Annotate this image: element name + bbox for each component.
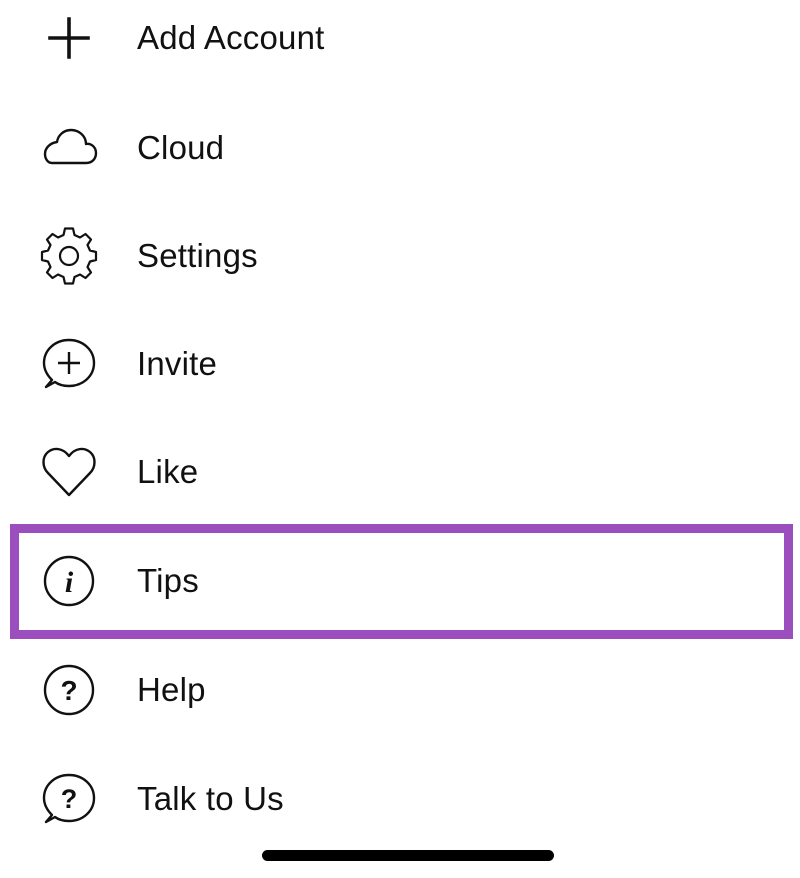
menu-item-add-account[interactable]: Add Account [0,0,800,92]
menu-item-talk-to-us[interactable]: ? Talk to Us [0,745,800,853]
menu-item-label: Help [137,671,206,708]
svg-text:i: i [65,566,74,599]
cloud-icon [40,119,98,177]
svg-text:?: ? [61,784,78,814]
menu-item-cloud[interactable]: Cloud [0,94,800,202]
plus-icon [40,9,98,67]
chat-plus-icon [40,335,98,393]
menu-item-label: Add Account [137,19,325,56]
menu-item-label: Talk to Us [137,780,284,817]
menu-item-invite[interactable]: Invite [0,310,800,418]
gear-icon [40,227,98,285]
menu-item-label: Cloud [137,129,225,166]
chat-question-icon: ? [40,770,98,828]
menu-item-like[interactable]: Like [0,418,800,526]
menu-item-label: Invite [137,345,218,382]
svg-text:?: ? [60,675,77,706]
menu-item-label: Like [137,453,199,490]
menu-item-help[interactable]: ? Help [0,636,800,744]
home-indicator[interactable] [262,850,554,861]
menu-item-label: Tips [137,562,199,599]
menu-item-settings[interactable]: Settings [0,202,800,310]
menu-item-tips[interactable]: i Tips [0,527,800,635]
info-icon: i [40,552,98,610]
heart-icon [40,443,98,501]
menu-item-label: Settings [137,237,258,274]
question-icon: ? [40,661,98,719]
